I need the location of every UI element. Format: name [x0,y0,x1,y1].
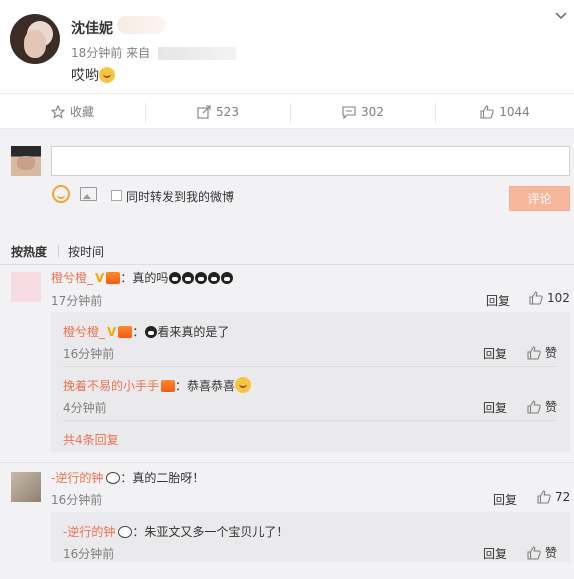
submit-comment-button[interactable]: 评论 [509,186,570,211]
vip-badge-icon [161,380,176,392]
vip-badge-icon [118,326,133,338]
reply-button[interactable]: 回复 [483,399,507,416]
thumbs-up-icon [537,490,551,504]
panda-badge-icon [106,472,121,484]
smile-emoji-icon [99,67,115,83]
star-icon [50,105,65,119]
like-count: 1044 [499,105,530,119]
emoji-icon [182,272,195,284]
emoji-icon [169,272,182,284]
thumbs-up-icon [527,345,541,360]
comment-like-count: 72 [555,490,571,504]
favorite-label: 收藏 [69,105,94,119]
source-prefix: 来自 [126,46,151,60]
comment-line: -逆行的钟 ：真的二胎呀！ [51,469,204,486]
image-upload-icon[interactable] [80,187,97,201]
reply-text: ：恭喜恭喜 [175,379,236,393]
like-label: 赞 [545,400,558,414]
thumbs-up-icon [480,105,494,119]
comment-time: 17分钟前 [51,294,103,308]
post-time[interactable]: 18分钟前 [71,46,122,60]
like-label: 赞 [545,546,558,560]
emoji-icon [145,326,158,338]
verified-v-icon: V [107,325,117,339]
reply-time: 16分钟前 [63,347,115,361]
sort-by-hot-tab[interactable]: 按热度 [11,243,47,260]
emoji-icon [195,272,208,284]
divider [63,420,557,421]
blurred-source [157,47,236,60]
comment-time: 16分钟前 [51,493,103,507]
blurred-badge [117,16,165,34]
reply-text: ：朱亚文又多一个宝贝儿了！ [132,525,289,539]
thumbs-up-icon [529,291,543,305]
post-meta: 18分钟前 来自 [71,44,236,61]
chevron-down-icon[interactable] [555,10,567,22]
reply-button[interactable]: 回复 [483,345,507,362]
repost-checkbox-label[interactable]: 同时转发到我的微博 [126,188,234,205]
reply-time: 4分钟前 [63,401,107,415]
divider [63,366,557,367]
commenter-avatar[interactable] [11,472,41,502]
reply-like-button[interactable]: 赞 [527,344,557,361]
replier-name[interactable]: 挽着不易的小手手 [63,379,159,393]
reply-button[interactable]: 回复 [483,545,507,562]
post-header: 沈佳妮 18分钟前 来自 哎哟 [0,0,574,93]
comment-text: ：真的吗 [120,271,169,285]
vip-badge-icon [106,272,121,284]
sort-divider [58,245,59,257]
comment-icon [342,106,356,119]
reply-like-button[interactable]: 赞 [527,544,557,561]
like-button[interactable]: 1044 [436,94,574,130]
reply-time: 16分钟前 [63,547,115,561]
repost-count: 523 [216,105,239,119]
more-replies-link[interactable]: 共4条回复 [63,431,119,448]
repost-checkbox[interactable] [111,190,122,201]
my-avatar [11,146,41,176]
comment-like-count: 102 [547,291,570,305]
emoji-icon [208,272,221,284]
comment-line: 橙兮橙_ V ：真的吗 [51,269,234,286]
share-icon [197,105,211,119]
repost-button[interactable]: 523 [146,94,290,130]
comment-text: ：真的二胎呀！ [120,471,205,485]
smile-emoji-icon [235,377,252,393]
comment-section: 同时转发到我的微博 评论 按热度 按时间 橙兮橙_ V ：真的吗 17分钟前 回复 … [0,129,574,579]
reply-text: 看来真的是了 [157,325,230,339]
author-name[interactable]: 沈佳妮 [71,18,113,38]
comment-like-button[interactable]: 72 [537,490,570,504]
panda-badge-icon [118,526,133,538]
replier-name[interactable]: 橙兮橙_ [63,325,105,339]
reply-button[interactable]: 回复 [486,292,510,309]
comment-button[interactable]: 302 [291,94,435,130]
reply-like-button[interactable]: 赞 [527,398,557,415]
thumbs-up-icon [527,399,541,414]
sort-by-time-tab[interactable]: 按时间 [68,243,104,260]
commenter-avatar[interactable] [11,272,41,302]
commenter-name[interactable]: 橙兮橙_ [51,271,93,285]
commenter-name[interactable]: -逆行的钟 [51,471,103,485]
action-bar: 收藏 523 302 1044 [0,93,574,129]
comment-input[interactable] [51,146,570,176]
reply-line: -逆行的钟 ：朱亚文又多一个宝贝儿了！ [63,523,288,540]
post-text: 哎哟 [71,65,115,85]
emoji-icon [221,272,234,284]
thumbs-up-icon [527,545,541,560]
verified-v-icon: V [95,271,105,285]
post-text-content: 哎哟 [71,68,99,84]
replier-name[interactable]: -逆行的钟 [63,525,115,539]
reply-line: 橙兮橙_ V：看来真的是了 [63,325,230,339]
reply-line: 挽着不易的小手手 ：恭喜恭喜 [63,377,252,394]
emoji-picker-icon[interactable] [52,185,70,203]
favorite-button[interactable]: 收藏 [0,94,145,130]
reply-button[interactable]: 回复 [493,491,517,508]
comment-like-button[interactable]: 102 [529,291,570,305]
divider [0,264,574,265]
like-label: 赞 [545,346,558,360]
author-avatar[interactable] [10,14,60,64]
comment-count: 302 [361,105,384,119]
divider [0,462,574,463]
